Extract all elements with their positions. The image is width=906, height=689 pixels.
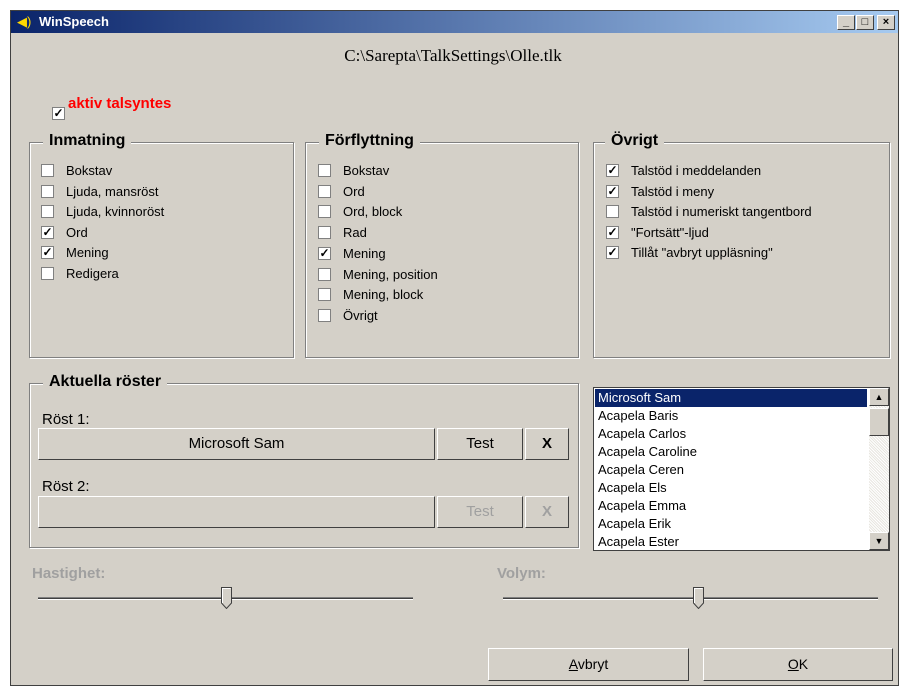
forflyttning-item-label: Ord bbox=[343, 183, 365, 199]
title-bar[interactable]: ◀) WinSpeech _ □ × bbox=[11, 11, 898, 33]
volym-slider-thumb[interactable] bbox=[693, 587, 704, 609]
voice1-label: Röst 1: bbox=[42, 411, 90, 428]
forflyttning-checkbox[interactable] bbox=[318, 226, 331, 240]
ok-label-rest: K bbox=[798, 656, 809, 672]
forflyttning-item-label: Mening bbox=[343, 245, 386, 261]
ovrigt-item-label: Talstöd i numeriskt tangentbord bbox=[631, 204, 812, 220]
inmatning-checkbox[interactable] bbox=[41, 267, 54, 280]
voice-list-item[interactable]: Acapela Caroline bbox=[595, 443, 867, 461]
ovrigt-item-label: "Fortsätt"-ljud bbox=[631, 224, 709, 240]
ovrigt-checkbox[interactable]: ✓ bbox=[606, 184, 619, 198]
scroll-up-arrow-icon[interactable]: ▲ bbox=[869, 388, 889, 406]
cancel-mnemonic: A bbox=[568, 656, 578, 672]
voice1-clear-button[interactable]: X bbox=[525, 428, 569, 460]
close-button[interactable]: × bbox=[877, 15, 895, 30]
ovrigt-item-label: Tillåt "avbryt uppläsning" bbox=[631, 245, 773, 261]
voices-title: Aktuella röster bbox=[43, 373, 168, 391]
voice-list-item[interactable]: Acapela Carlos bbox=[595, 425, 867, 443]
inmatning-checkbox[interactable] bbox=[41, 205, 54, 219]
ovrigt-checkbox[interactable]: ✓ bbox=[606, 164, 619, 177]
forflyttning-checkbox[interactable] bbox=[318, 308, 331, 322]
file-path: C:\Sarepta\TalkSettings\Olle.tlk bbox=[344, 46, 562, 65]
ovrigt-item-label: Talstöd i meddelanden bbox=[631, 163, 762, 178]
hastighet-slider-thumb[interactable] bbox=[220, 587, 232, 609]
voice2-label: Röst 2: bbox=[42, 478, 90, 495]
forflyttning-title: Förflyttning bbox=[319, 132, 420, 150]
inmatning-item-label: Mening bbox=[66, 245, 109, 261]
ovrigt-checkbox[interactable] bbox=[606, 205, 619, 219]
ok-button[interactable]: OK bbox=[703, 648, 893, 681]
forflyttning-item-label: Övrigt bbox=[343, 307, 378, 323]
inmatning-item-label: Ljuda, kvinnoröst bbox=[66, 204, 165, 220]
maximize-button[interactable]: □ bbox=[856, 15, 874, 30]
forflyttning-checkbox[interactable] bbox=[318, 288, 331, 302]
forflyttning-item-label: Rad bbox=[343, 225, 367, 241]
voice-list-item[interactable]: Acapela Baris bbox=[595, 407, 867, 425]
voice-list-item[interactable]: Acapela Erik bbox=[595, 515, 867, 533]
voice-list-item[interactable]: Acapela Emma bbox=[595, 497, 867, 515]
forflyttning-checkbox[interactable] bbox=[318, 184, 331, 198]
voice2-clear-button[interactable]: X bbox=[525, 496, 569, 528]
speaker-icon: ◀) bbox=[17, 14, 32, 29]
ovrigt-checkbox[interactable]: ✓ bbox=[606, 225, 619, 239]
cancel-label-rest: vbryt bbox=[577, 656, 609, 672]
voice-list-item[interactable]: Acapela Els bbox=[595, 479, 867, 497]
ok-mnemonic: O bbox=[787, 656, 799, 672]
ovrigt-title: Övrigt bbox=[605, 132, 665, 150]
ovrigt-item-label: Talstöd i meny bbox=[631, 183, 715, 199]
inmatning-checkbox[interactable] bbox=[41, 164, 54, 177]
scroll-thumb[interactable] bbox=[869, 408, 889, 436]
volym-track[interactable] bbox=[503, 597, 878, 600]
voice2-select-button[interactable] bbox=[38, 496, 435, 528]
window-title: WinSpeech bbox=[39, 14, 109, 29]
inmatning-title: Inmatning bbox=[43, 132, 132, 150]
inmatning-item-label: Redigera bbox=[66, 266, 119, 281]
inmatning-checkbox[interactable] bbox=[41, 184, 54, 198]
forflyttning-checkbox[interactable] bbox=[318, 267, 331, 281]
voice-listbox[interactable]: Microsoft Sam Acapela Baris Acapela Carlos… bbox=[593, 387, 890, 551]
forflyttning-checkbox[interactable]: ✓ bbox=[318, 246, 331, 260]
inmatning-item-label: Ljuda, mansröst bbox=[66, 183, 159, 199]
forflyttning-item-label: Mening, block bbox=[343, 287, 424, 303]
inmatning-item-label: Ord bbox=[66, 224, 88, 240]
forflyttning-item-label: Bokstav bbox=[343, 163, 390, 178]
voice-list-item[interactable]: Acapela Ceren bbox=[595, 461, 867, 479]
inmatning-checkbox[interactable]: ✓ bbox=[41, 225, 54, 239]
forflyttning-checkbox[interactable] bbox=[318, 205, 331, 219]
forflyttning-checkbox[interactable] bbox=[318, 164, 331, 177]
voice1-select-button[interactable]: Microsoft Sam bbox=[38, 428, 435, 460]
voice-list-item[interactable]: Microsoft Sam bbox=[595, 389, 867, 407]
inmatning-checkbox[interactable]: ✓ bbox=[41, 246, 54, 260]
scroll-down-arrow-icon[interactable]: ▼ bbox=[869, 532, 889, 550]
minimize-button[interactable]: _ bbox=[837, 15, 855, 30]
voice-list-scrollbar[interactable]: ▲ ▼ bbox=[869, 388, 889, 550]
ovrigt-checkbox[interactable]: ✓ bbox=[606, 246, 619, 260]
forflyttning-item-label: Ord, block bbox=[343, 204, 403, 220]
hastighet-label: Hastighet: bbox=[32, 565, 106, 582]
inmatning-item-label: Bokstav bbox=[66, 163, 113, 178]
volym-label: Volym: bbox=[497, 565, 546, 582]
aktiv-talsyntes-label: aktiv talsyntes bbox=[68, 95, 172, 112]
voice2-test-button[interactable]: Test bbox=[437, 496, 523, 528]
cancel-button[interactable]: Avbryt bbox=[488, 648, 689, 681]
voice1-test-button[interactable]: Test bbox=[437, 428, 523, 460]
forflyttning-item-label: Mening, position bbox=[343, 266, 438, 282]
voice-list-item[interactable]: Acapela Ester bbox=[595, 533, 867, 550]
aktiv-talsyntes-checkbox[interactable]: ✓ bbox=[52, 107, 65, 120]
